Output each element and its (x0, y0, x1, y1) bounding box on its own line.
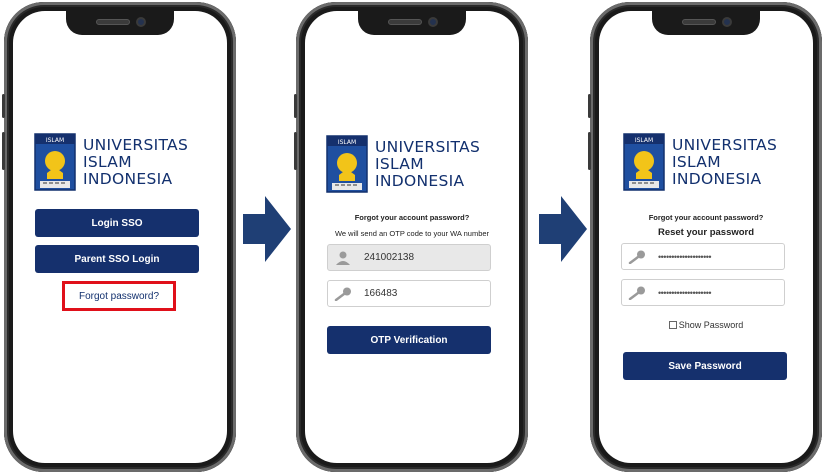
new-password-input[interactable]: •••••••••••••••••••• (621, 243, 785, 270)
show-password-checkbox[interactable] (668, 321, 677, 329)
university-name: UNIVERSITAS ISLAM INDONESIA (375, 137, 481, 190)
otp-code-input[interactable]: 166483 (327, 280, 491, 307)
university-crest-icon: ISLAM (34, 133, 76, 191)
phone-side-button (2, 94, 5, 118)
key-icon (334, 287, 351, 301)
arrow-right-icon (243, 196, 291, 262)
university-name: UNIVERSITAS ISLAM INDONESIA (672, 135, 778, 188)
svg-text:ISLAM: ISLAM (46, 137, 64, 144)
user-id-value: 241002138 (364, 252, 415, 263)
phone-side-button (2, 132, 5, 170)
university-logo: ISLAM UNIVERSITAS ISLAM INDONESIA (326, 135, 480, 193)
university-logo: ISLAM UNIVERSITAS ISLAM INDONESIA (623, 133, 777, 191)
show-password-row[interactable]: Show Password (599, 320, 813, 330)
save-password-button[interactable]: Save Password (623, 352, 787, 380)
otp-code-value: 166483 (364, 288, 398, 299)
phone-side-button (294, 94, 297, 118)
login-screen: ISLAM UNIVERSITAS ISLAM INDONESIA Login … (13, 11, 227, 463)
key-icon (628, 286, 645, 300)
university-name: UNIVERSITAS ISLAM INDONESIA (83, 135, 189, 188)
otp-verification-button[interactable]: OTP Verification (327, 326, 491, 354)
show-password-label: Show Password (678, 320, 744, 330)
key-icon (628, 250, 645, 264)
phone-notch (652, 11, 760, 35)
otp-screen: ISLAM UNIVERSITAS ISLAM INDONESIA Forgot… (305, 11, 519, 463)
phone-side-button (294, 132, 297, 170)
parent-sso-login-button[interactable]: Parent SSO Login (35, 245, 199, 273)
otp-heading: Forgot your account password? (354, 213, 470, 222)
reset-heading: Forgot your account password? (648, 213, 764, 222)
svg-text:ISLAM: ISLAM (635, 137, 653, 144)
reset-title: Reset your password (657, 227, 755, 238)
confirm-password-input[interactable]: •••••••••••••••••••• (621, 279, 785, 306)
university-crest-icon: ISLAM (326, 135, 368, 193)
phone-reset: ISLAM UNIVERSITAS ISLAM INDONESIA Forgot… (588, 2, 822, 472)
phone-notch (66, 11, 174, 35)
otp-subheading: We will send an OTP code to your WA numb… (334, 229, 490, 238)
phone-side-button (588, 132, 591, 170)
university-logo: ISLAM UNIVERSITAS ISLAM INDONESIA (34, 133, 188, 191)
reset-screen: ISLAM UNIVERSITAS ISLAM INDONESIA Forgot… (599, 11, 813, 463)
phone-notch (358, 11, 466, 35)
forgot-password-link[interactable]: Forgot password? (62, 281, 176, 311)
university-crest-icon: ISLAM (623, 133, 665, 191)
new-password-mask: •••••••••••••••••••• (658, 251, 712, 262)
user-icon (336, 251, 350, 265)
phone-otp: ISLAM UNIVERSITAS ISLAM INDONESIA Forgot… (294, 2, 528, 472)
confirm-password-mask: •••••••••••••••••••• (658, 287, 712, 298)
user-id-field: 241002138 (327, 244, 491, 271)
arrow-right-icon (539, 196, 587, 262)
phone-login: ISLAM UNIVERSITAS ISLAM INDONESIA Login … (2, 2, 236, 472)
login-sso-button[interactable]: Login SSO (35, 209, 199, 237)
svg-text:ISLAM: ISLAM (338, 139, 356, 146)
phone-side-button (588, 94, 591, 118)
